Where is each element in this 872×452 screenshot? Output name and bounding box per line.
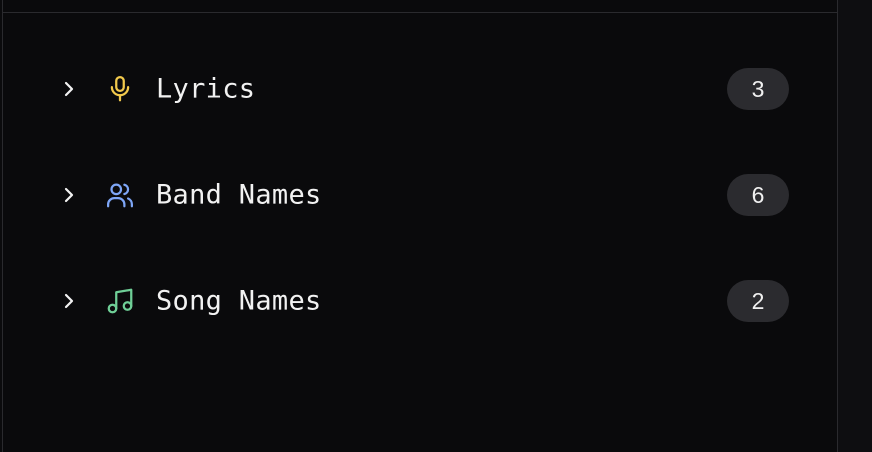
screen: Lyrics 3 Band Names 6 Song Names 2 (0, 0, 872, 452)
chevron-right-icon[interactable] (61, 187, 77, 203)
chevron-right-icon[interactable] (61, 293, 77, 309)
category-label: Band Names (156, 179, 322, 211)
microphone-icon (110, 76, 130, 102)
music-note-icon (107, 288, 133, 314)
divider (3, 12, 837, 13)
chevron-right-icon[interactable] (61, 81, 77, 97)
category-label: Lyrics (156, 73, 256, 105)
count-badge: 3 (727, 68, 789, 110)
category-row-lyrics[interactable]: Lyrics 3 (3, 36, 837, 142)
category-label: Song Names (156, 285, 322, 317)
right-gutter (838, 0, 872, 452)
count-badge: 6 (727, 174, 789, 216)
category-row-band-names[interactable]: Band Names 6 (3, 142, 837, 248)
category-panel: Lyrics 3 Band Names 6 Song Names 2 (2, 0, 838, 452)
count-badge: 2 (727, 280, 789, 322)
category-list: Lyrics 3 Band Names 6 Song Names 2 (3, 36, 837, 354)
users-icon (107, 183, 133, 208)
category-row-song-names[interactable]: Song Names 2 (3, 248, 837, 354)
